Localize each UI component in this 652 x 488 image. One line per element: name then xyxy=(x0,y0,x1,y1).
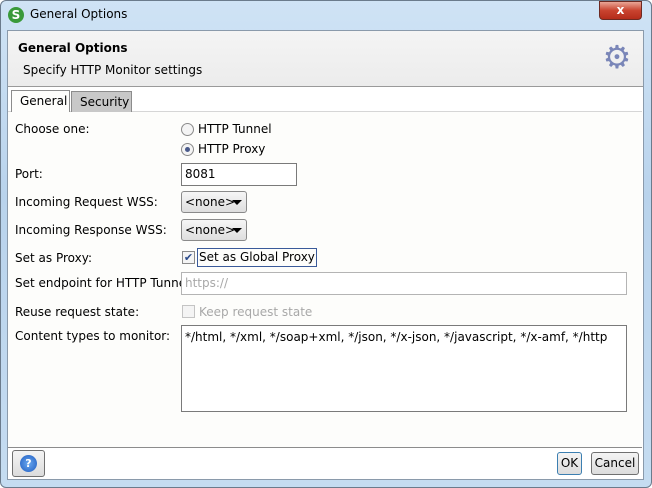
tab-security[interactable]: Security xyxy=(71,91,132,112)
port-label: Port: xyxy=(15,167,43,181)
content-types-label: Content types to monitor: xyxy=(15,329,171,343)
window-title: General Options xyxy=(30,7,128,21)
incoming-response-label: Incoming Response WSS: xyxy=(15,223,167,237)
cancel-button[interactable]: Cancel xyxy=(591,452,639,475)
chevron-down-icon xyxy=(232,228,242,233)
keep-state-checkbox[interactable] xyxy=(182,305,195,318)
content-types-textarea[interactable]: */html, */xml, */soap+xml, */json, */x-j… xyxy=(181,325,627,412)
choose-one-label: Choose one: xyxy=(15,122,90,136)
incoming-request-select[interactable]: <none> xyxy=(181,191,247,213)
set-proxy-label: Set as Proxy: xyxy=(15,251,92,265)
ok-button[interactable]: OK xyxy=(557,452,582,475)
endpoint-label: Set endpoint for HTTP Tunnel: xyxy=(15,276,194,290)
radio-label: HTTP Tunnel xyxy=(198,122,272,136)
select-value: <none> xyxy=(185,223,236,237)
chevron-down-icon xyxy=(232,200,242,205)
help-button[interactable]: ? xyxy=(12,450,45,477)
incoming-request-label: Incoming Request WSS: xyxy=(15,195,158,209)
radio-circle xyxy=(181,142,194,156)
radio-circle xyxy=(181,122,194,136)
tab-general[interactable]: General xyxy=(11,90,70,112)
radio-http-tunnel[interactable]: HTTP Tunnel xyxy=(181,122,272,136)
select-value: <none> xyxy=(185,195,236,209)
keep-state-label: Keep request state xyxy=(199,305,313,319)
global-proxy-checkbox[interactable]: ✔ xyxy=(182,251,195,264)
close-button[interactable]: x xyxy=(599,1,642,20)
incoming-response-select[interactable]: <none> xyxy=(181,219,247,241)
header-subtitle: Specify HTTP Monitor settings xyxy=(23,63,203,77)
radio-label: HTTP Proxy xyxy=(198,142,266,156)
radio-http-proxy[interactable]: HTTP Proxy xyxy=(181,142,265,156)
global-proxy-label[interactable]: Set as Global Proxy xyxy=(197,248,317,267)
header-title: General Options xyxy=(18,41,128,55)
endpoint-input[interactable]: https:// xyxy=(181,272,627,295)
port-input[interactable]: 8081 xyxy=(181,163,297,186)
reuse-label: Reuse request state: xyxy=(15,305,140,319)
app-icon: S xyxy=(8,7,24,23)
dialog-header xyxy=(8,31,643,87)
help-icon: ? xyxy=(20,455,37,472)
gear-icon: ⚙ xyxy=(602,38,632,76)
